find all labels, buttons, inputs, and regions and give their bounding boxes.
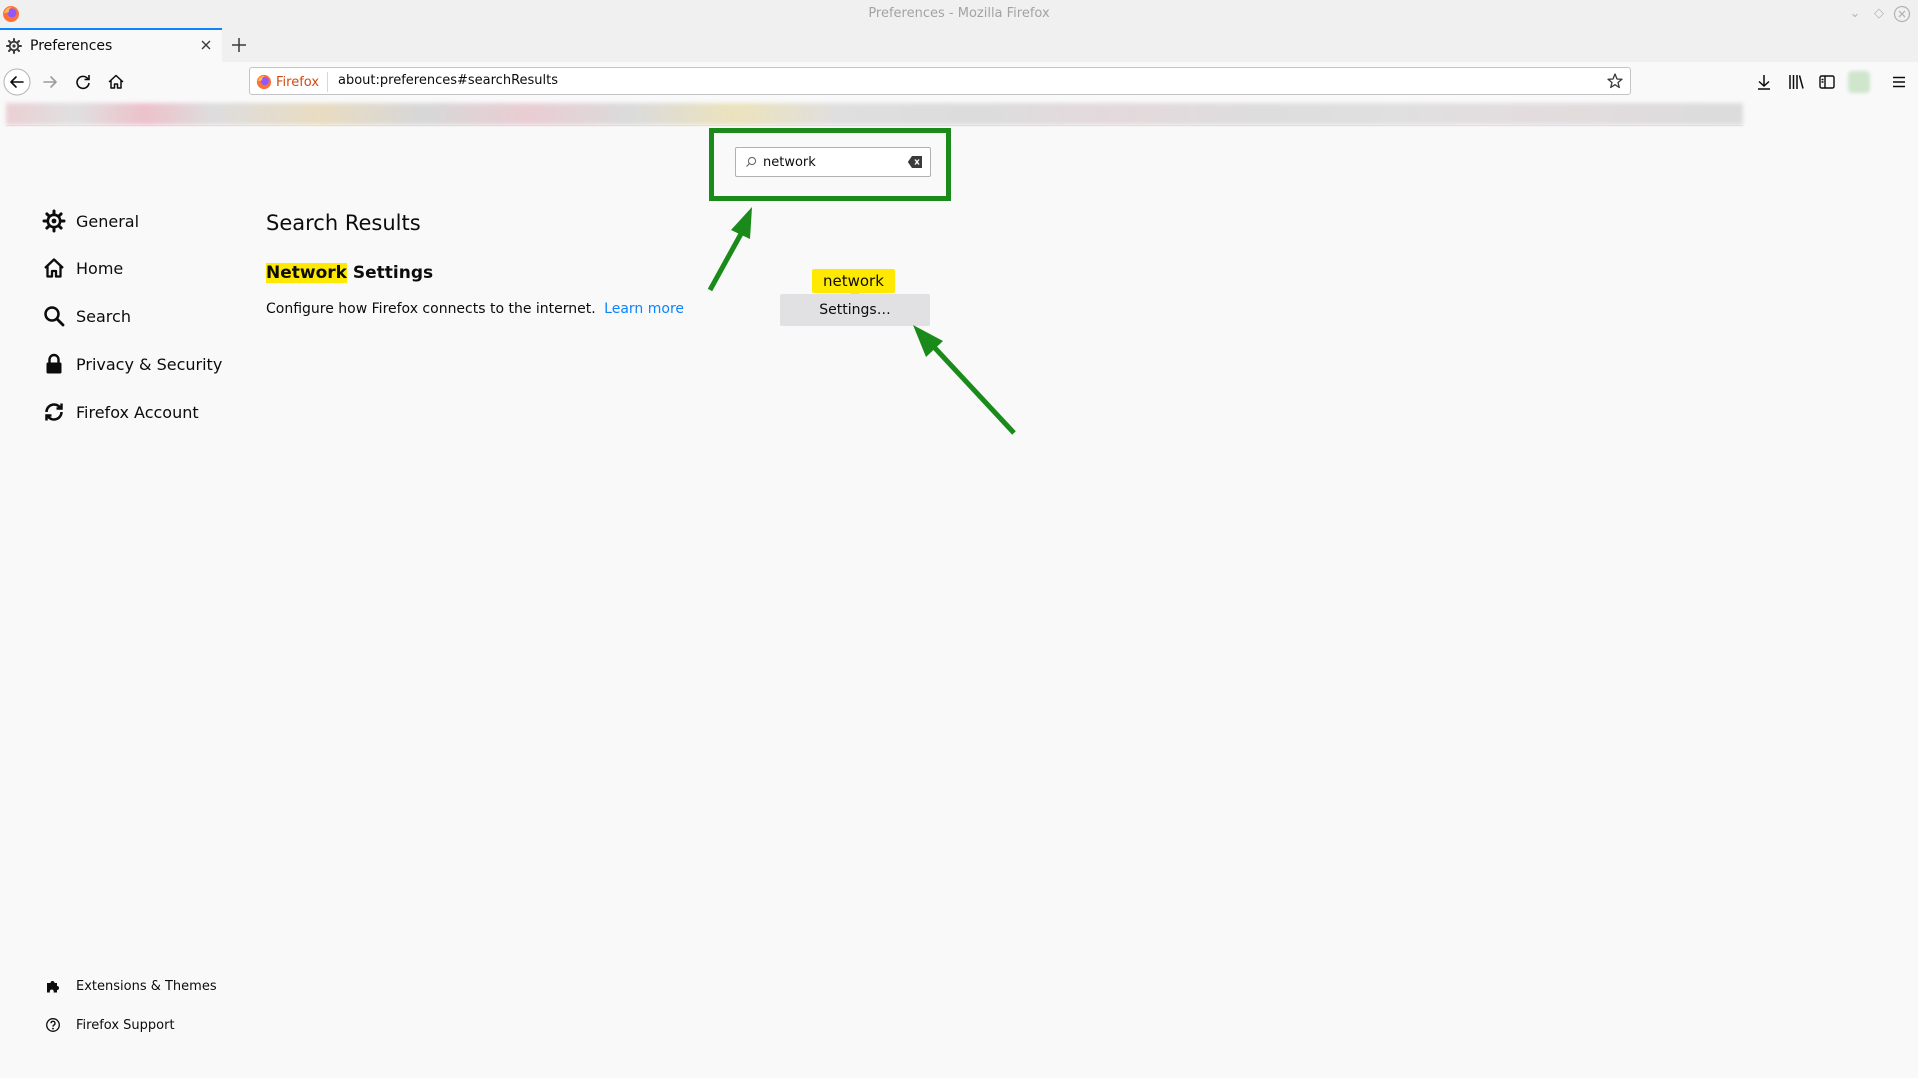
- tab-title: Preferences: [30, 38, 113, 54]
- library-icon[interactable]: [1785, 71, 1807, 93]
- network-settings-heading: Network Settings: [266, 263, 433, 283]
- new-tab-icon[interactable]: [228, 34, 250, 56]
- url-text[interactable]: about:preferences#searchResults: [338, 73, 558, 88]
- help-icon: [46, 1018, 60, 1032]
- bookmark-star-icon[interactable]: [1606, 72, 1624, 90]
- close-window-icon[interactable]: [1893, 5, 1911, 23]
- footer-label: Extensions & Themes: [76, 978, 217, 994]
- blurred-bookmarks: [6, 103, 1743, 125]
- browser-window: Preferences - Mozilla Firefox ⌄ ◇ Prefer…: [0, 0, 1918, 1078]
- heading-rest: Settings: [346, 263, 434, 283]
- category-label: Home: [76, 258, 124, 278]
- firefox-logo-icon: [256, 74, 272, 90]
- category-label: Search: [76, 306, 131, 326]
- learn-more-link[interactable]: Learn more: [604, 301, 684, 317]
- home-icon[interactable]: [102, 68, 130, 96]
- forward-icon[interactable]: [36, 68, 64, 96]
- extensions-themes-link[interactable]: Extensions & Themes: [45, 976, 217, 996]
- category-search[interactable]: Search: [42, 303, 131, 329]
- search-term-highlight: Network: [266, 263, 347, 283]
- url-bar[interactable]: Firefox about:preferences#searchResults: [249, 67, 1631, 95]
- lock-icon: [46, 353, 62, 374]
- network-settings-description: Configure how Firefox connects to the in…: [266, 301, 684, 317]
- clear-search-icon[interactable]: [907, 155, 923, 169]
- home-icon: [44, 258, 64, 278]
- puzzle-icon: [47, 981, 59, 993]
- bookmarks-toolbar: [6, 103, 1743, 126]
- hamburger-menu-icon[interactable]: [1888, 71, 1910, 93]
- site-identity[interactable]: Firefox: [256, 72, 329, 92]
- extension-icon[interactable]: [1848, 71, 1870, 93]
- description-text: Configure how Firefox connects to the in…: [266, 301, 596, 317]
- window-title: Preferences - Mozilla Firefox: [868, 6, 1050, 21]
- firefox-support-link[interactable]: Firefox Support: [45, 1015, 175, 1035]
- reload-icon[interactable]: [69, 68, 97, 96]
- identity-label: Firefox: [276, 74, 320, 90]
- gear-icon: [6, 38, 22, 54]
- downloads-icon[interactable]: [1753, 71, 1775, 93]
- gear-icon: [42, 209, 66, 233]
- category-firefox-account[interactable]: Firefox Account: [42, 399, 199, 425]
- tab-strip: Preferences: [0, 28, 1918, 63]
- network-settings-button[interactable]: Settings…: [780, 294, 930, 326]
- arrow-to-search: [707, 207, 752, 292]
- navigation-toolbar: Firefox about:preferences#searchResults: [0, 62, 1918, 102]
- preferences-search-field[interactable]: [735, 147, 931, 177]
- back-icon[interactable]: [3, 68, 31, 96]
- category-general[interactable]: General: [42, 208, 139, 234]
- search-icon: [746, 156, 757, 167]
- category-privacy[interactable]: Privacy & Security: [42, 351, 222, 377]
- footer-label: Firefox Support: [76, 1017, 175, 1033]
- preferences-content: General Home Search Privacy & Security: [0, 127, 1918, 1078]
- search-input[interactable]: [763, 151, 893, 173]
- sync-icon: [45, 403, 63, 421]
- magnifier-icon: [44, 306, 65, 327]
- minimize-icon[interactable]: ⌄: [1846, 5, 1864, 23]
- search-results-title: Search Results: [266, 211, 421, 235]
- close-tab-icon[interactable]: [198, 37, 214, 53]
- search-match-tooltip: network: [812, 269, 895, 293]
- arrow-to-settings: [913, 325, 1016, 435]
- maximize-icon[interactable]: ◇: [1870, 5, 1888, 23]
- sidebar-toggle-icon[interactable]: [1816, 71, 1838, 93]
- category-home[interactable]: Home: [42, 255, 123, 281]
- tab-preferences[interactable]: Preferences: [0, 28, 222, 62]
- category-label: Privacy & Security: [76, 354, 223, 374]
- category-label: Firefox Account: [76, 402, 199, 422]
- category-label: General: [76, 211, 140, 231]
- title-bar: Preferences - Mozilla Firefox ⌄ ◇: [0, 0, 1918, 28]
